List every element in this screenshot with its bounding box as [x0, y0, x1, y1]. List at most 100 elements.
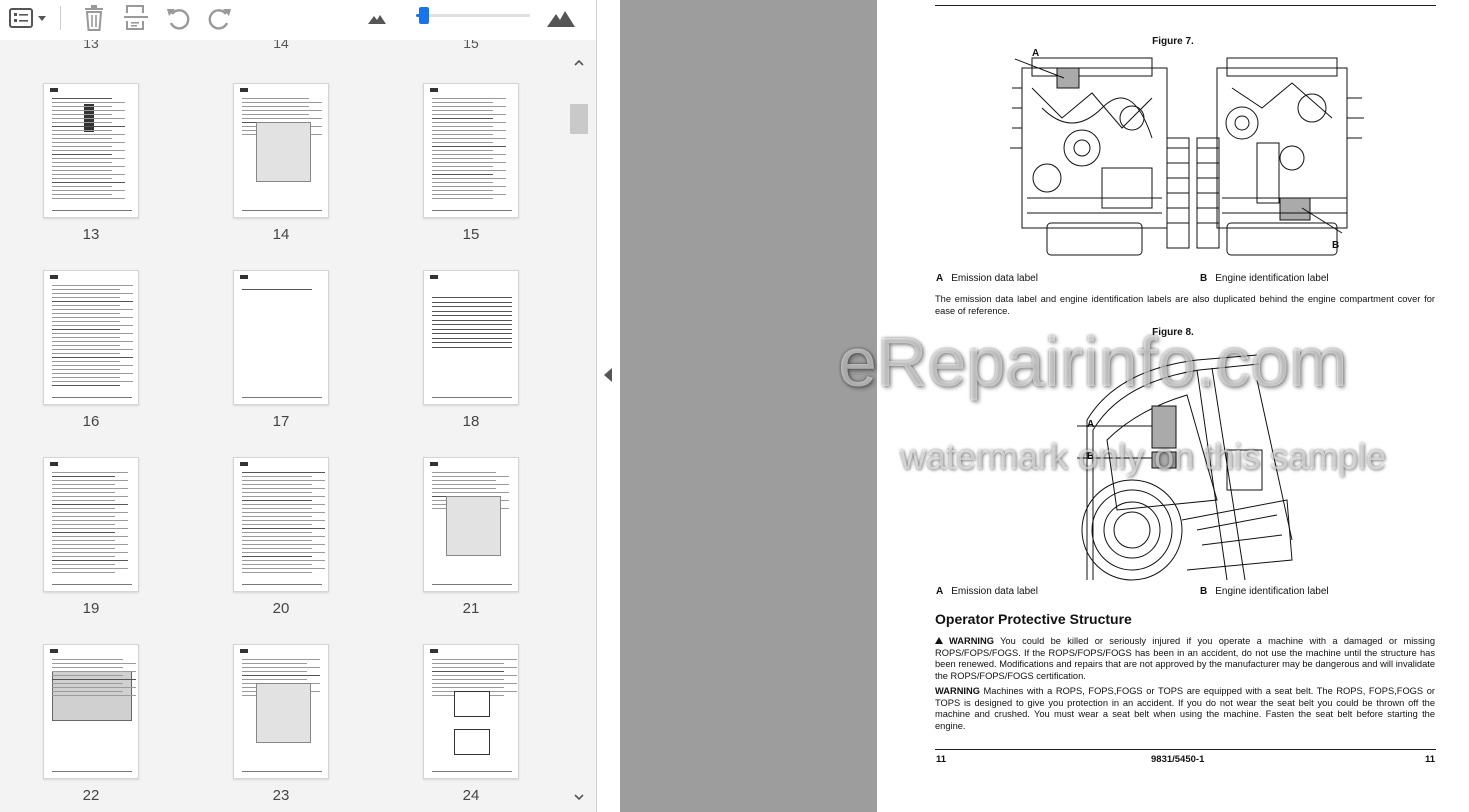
thumbnail-text-line [52, 317, 133, 318]
page-thumbnail[interactable] [233, 270, 329, 405]
page-thumbnail[interactable] [423, 270, 519, 405]
thumbnail-rule-line [432, 346, 512, 348]
thumbnail-text-line [52, 166, 125, 167]
thumbnail-text-line [52, 150, 125, 151]
undo-button[interactable] [162, 4, 194, 32]
thumbnail-text-line [52, 687, 136, 688]
toolbar-separator [60, 6, 61, 30]
thumbnail-page-number: 22 [82, 787, 100, 804]
zoom-out-button[interactable] [364, 4, 390, 32]
scrollbar-thumb[interactable] [570, 104, 588, 134]
thumbnail-text-line [432, 198, 493, 199]
thumbnail-logo [240, 275, 248, 279]
thumbnail-scrollbar[interactable] [568, 52, 590, 812]
thumbnail-text-line [242, 663, 307, 664]
thumbnail-text-line [432, 683, 517, 684]
zoom-out-icon [368, 15, 386, 24]
warning1-label: WARNING [949, 636, 994, 646]
figure8-legend-a-letter: A [936, 586, 944, 597]
scroll-up-icon[interactable] [572, 56, 586, 70]
page-thumbnail[interactable] [233, 457, 329, 592]
thumbnail-text-line [242, 480, 325, 481]
thumbnail-text-line [432, 667, 517, 668]
thumbnail-rule-line [432, 342, 512, 343]
thumbnail-text-line [52, 142, 125, 143]
page-thumbnail[interactable] [233, 83, 329, 218]
thumbnail-text-line [52, 98, 112, 99]
figure7-callout-b: B [1332, 240, 1340, 251]
thumbnail-text-line [52, 178, 112, 179]
thumbnail-text-line [52, 130, 112, 131]
thumbnail-text-line [432, 170, 506, 171]
thumbnail-illustration [256, 122, 311, 182]
thumbnail-text-line [432, 166, 493, 167]
thumbnail-text-line [52, 488, 128, 489]
thumbnail-text-line [52, 321, 120, 322]
extract-pages-button[interactable] [120, 4, 152, 32]
thumbnail-text-line [52, 548, 115, 549]
thumbnail-text-line [52, 138, 112, 139]
zoom-slider-handle[interactable] [418, 7, 429, 24]
figure7-legend-b-text: Engine identification label [1215, 273, 1329, 284]
footer-page-left: 11 [936, 754, 947, 765]
panel-divider [597, 0, 620, 812]
delete-button[interactable] [78, 4, 110, 32]
thumbnail-page-number: 19 [82, 600, 100, 617]
thumbnail-text-line [242, 504, 325, 505]
thumbnail-table [454, 729, 490, 755]
thumbnail-text-line [52, 170, 112, 171]
thumbnail-text-line [432, 671, 504, 672]
thumbnail-text-line [52, 484, 115, 485]
thumbnail-text-line [242, 560, 325, 561]
page-thumbnail[interactable] [233, 644, 329, 779]
collapse-panel-icon[interactable] [604, 368, 612, 382]
scroll-down-icon[interactable] [572, 790, 586, 804]
thumbnail-panel[interactable]: 13 14 15 13 14 15 16 17 18 19 20 21 22 23 24 [0, 40, 596, 812]
thumbnail-footer-line [432, 210, 512, 211]
page-thumbnail[interactable] [43, 644, 139, 779]
thumbnail-text-line [52, 556, 115, 557]
zoom-in-button[interactable] [544, 4, 578, 32]
thumbnail-text-line [242, 572, 312, 573]
figure7-legend-a: A Emission data label [936, 273, 1038, 284]
thumbnail-text-line [242, 500, 312, 501]
thumbnail-view-button[interactable] [6, 4, 50, 32]
thumbnail-text-line [52, 102, 125, 103]
thumbnail-rule-line [432, 310, 512, 312]
warning-rops-damage: WARNING You could be killed or seriously… [935, 636, 1435, 682]
thumbnail-text-line [52, 492, 115, 493]
delete-icon [85, 5, 103, 31]
page-thumbnail[interactable] [43, 457, 139, 592]
thumbnail-text-line [52, 528, 128, 529]
thumbnail-text-line [52, 540, 115, 541]
thumbnail-text-line [52, 341, 133, 342]
page-thumbnail[interactable] [423, 83, 519, 218]
thumbnail-footer-line [242, 584, 322, 585]
thumbnail-text-line [432, 122, 506, 123]
page-thumbnail[interactable] [423, 457, 519, 592]
thumbnail-text-line [432, 472, 496, 473]
page-thumbnail[interactable] [43, 83, 139, 218]
thumbnail-text-line [52, 361, 120, 362]
thumbnail-text-line [52, 512, 128, 513]
thumbnail-text-line [242, 106, 309, 107]
thumbnail-text-line [52, 480, 128, 481]
zoom-in-icon [547, 11, 575, 27]
thumbnail-text-line [52, 126, 125, 127]
thumbnail-logo [240, 462, 248, 466]
thumbnail-page-number: 16 [82, 413, 100, 430]
thumbnail-text-line [52, 158, 125, 159]
thumbnail-rule-line [432, 328, 512, 330]
thumbnail-text-line [52, 679, 136, 680]
zoom-slider[interactable] [416, 7, 530, 24]
redo-button[interactable] [204, 4, 236, 32]
thumbnail-logo [240, 88, 248, 92]
page-thumbnail[interactable] [43, 270, 139, 405]
thumbnail-text-line [432, 154, 506, 155]
thumbnail-text-line [52, 146, 112, 147]
page-thumbnail[interactable] [423, 644, 519, 779]
thumbnail-text-line [242, 488, 325, 489]
thumbnail-text-line [432, 118, 493, 119]
thumbnail-text-line [432, 484, 509, 485]
thumbnail-label-partial: 14 [273, 40, 289, 51]
